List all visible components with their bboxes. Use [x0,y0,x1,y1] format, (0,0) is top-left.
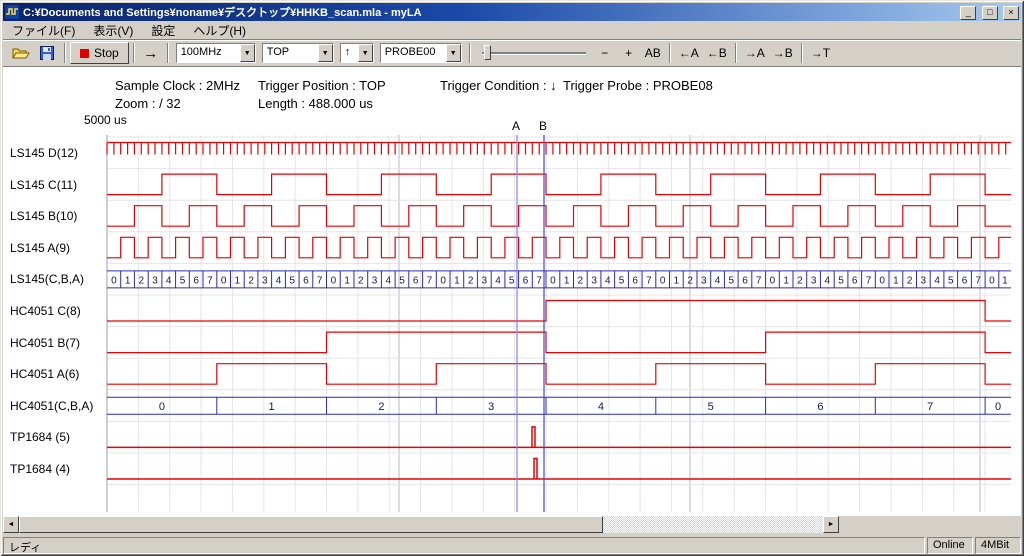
scroll-right-button[interactable]: ► [823,516,839,533]
zoom-slider[interactable] [482,43,586,63]
toolbar-separator [735,43,737,63]
channel-label: HC4051 A(6) [10,367,79,381]
stop-icon [80,49,89,58]
app-window: C:¥Documents and Settings¥noname¥デスクトップ¥… [0,0,1024,556]
window-controls: _ □ × [958,4,1019,20]
goto-a-left-button[interactable]: ←A [675,42,703,64]
stop-button[interactable]: Stop [70,42,129,64]
menubar: ファイル(F) 表示(V) 設定 ヘルプ(H) [3,21,1021,40]
menu-help[interactable]: ヘルプ(H) [184,20,255,41]
goto-b-left-button[interactable]: ←B [703,42,731,64]
trigger-probe-info: Trigger Probe : PROBE08 [563,78,713,93]
sample-clock-value: 100MHz [177,44,240,62]
scroll-left-button[interactable]: ◄ [3,516,19,533]
channel-label: LS145 C(11) [10,178,77,192]
floppy-icon [40,46,54,60]
statusbar: レディ Online 4MBit [3,537,1021,554]
toolbar-separator [469,43,471,63]
chevron-down-icon[interactable]: ▼ [240,44,255,62]
trigger-condition-info: Trigger Condition : ↓ [440,78,557,93]
channel-label: HC4051 B(7) [10,336,80,350]
channel-label: HC4051(C,B,A) [10,399,93,413]
trigger-position-value: TOP [263,44,318,62]
zoom-info: Zoom : / 32 [115,96,181,111]
channel-label: TP1684 (4) [10,462,70,476]
toolbar-separator [64,43,66,63]
maximize-button[interactable]: □ [982,6,998,20]
cursor-b-label[interactable]: B [539,119,547,133]
close-button[interactable]: × [1003,6,1019,20]
goto-a-right-button[interactable]: →A [741,42,769,64]
zoom-slider-track [482,52,586,54]
length-info: Length : 488.000 us [258,96,373,111]
status-text: レディ [3,537,925,554]
open-folder-icon [12,46,30,60]
goto-trigger-button[interactable]: →T [807,42,834,64]
trigger-probe-value: PROBE00 [381,44,446,62]
menu-settings[interactable]: 設定 [142,20,184,41]
open-file-button[interactable] [8,42,34,64]
ab-range-button[interactable]: AB [641,42,665,64]
toolbar-separator [669,43,671,63]
sample-clock-info: Sample Clock : 2MHz [115,78,240,93]
channel-label: TP1684 (5) [10,430,70,444]
chevron-down-icon[interactable]: ▼ [358,44,373,62]
channel-label: HC4051 C(8) [10,304,81,318]
zoom-slider-handle[interactable] [484,45,491,60]
trigger-position-info: Trigger Position : TOP [258,78,386,93]
app-icon [5,5,19,19]
trigger-edge-select[interactable]: ↑ ▼ [340,43,374,63]
run-button[interactable]: → [139,42,163,64]
channel-label: LS145 D(12) [10,146,78,160]
chevron-down-icon[interactable]: ▼ [446,44,461,62]
channel-label: LS145(C,B,A) [10,272,84,286]
status-memory: 4MBit [975,537,1021,554]
toolbar-separator [801,43,803,63]
window-title: C:¥Documents and Settings¥noname¥デスクトップ¥… [23,4,958,20]
time-scale-label: 5000 us [84,113,127,127]
channel-label: LS145 A(9) [10,241,70,255]
menu-view[interactable]: 表示(V) [84,20,142,41]
minimize-button[interactable]: _ [960,6,976,20]
titlebar: C:¥Documents and Settings¥noname¥デスクトップ¥… [3,3,1021,21]
save-button[interactable] [34,42,60,64]
menu-file[interactable]: ファイル(F) [3,20,84,41]
channel-label: LS145 B(10) [10,209,77,223]
sample-clock-select[interactable]: 100MHz ▼ [176,43,256,63]
trigger-position-select[interactable]: TOP ▼ [262,43,334,63]
toolbar: Stop → 100MHz ▼ TOP ▼ ↑ ▼ PROBE00 ▼ − + … [3,40,1021,67]
trigger-edge-value: ↑ [341,44,358,62]
trigger-probe-select[interactable]: PROBE00 ▼ [380,43,462,63]
status-online: Online [927,537,973,554]
toolbar-separator [133,43,135,63]
goto-b-right-button[interactable]: →B [769,42,797,64]
scrollbar-thumb[interactable] [19,516,603,533]
toolbar-separator [167,43,169,63]
waveform-panel [3,67,1021,516]
zoom-out-button[interactable]: − [593,42,617,64]
stop-button-label: Stop [94,46,119,60]
zoom-in-button[interactable]: + [617,42,641,64]
horizontal-scrollbar[interactable]: ◄ ► [3,516,839,533]
chevron-down-icon[interactable]: ▼ [318,44,333,62]
cursor-a-label[interactable]: A [512,119,520,133]
